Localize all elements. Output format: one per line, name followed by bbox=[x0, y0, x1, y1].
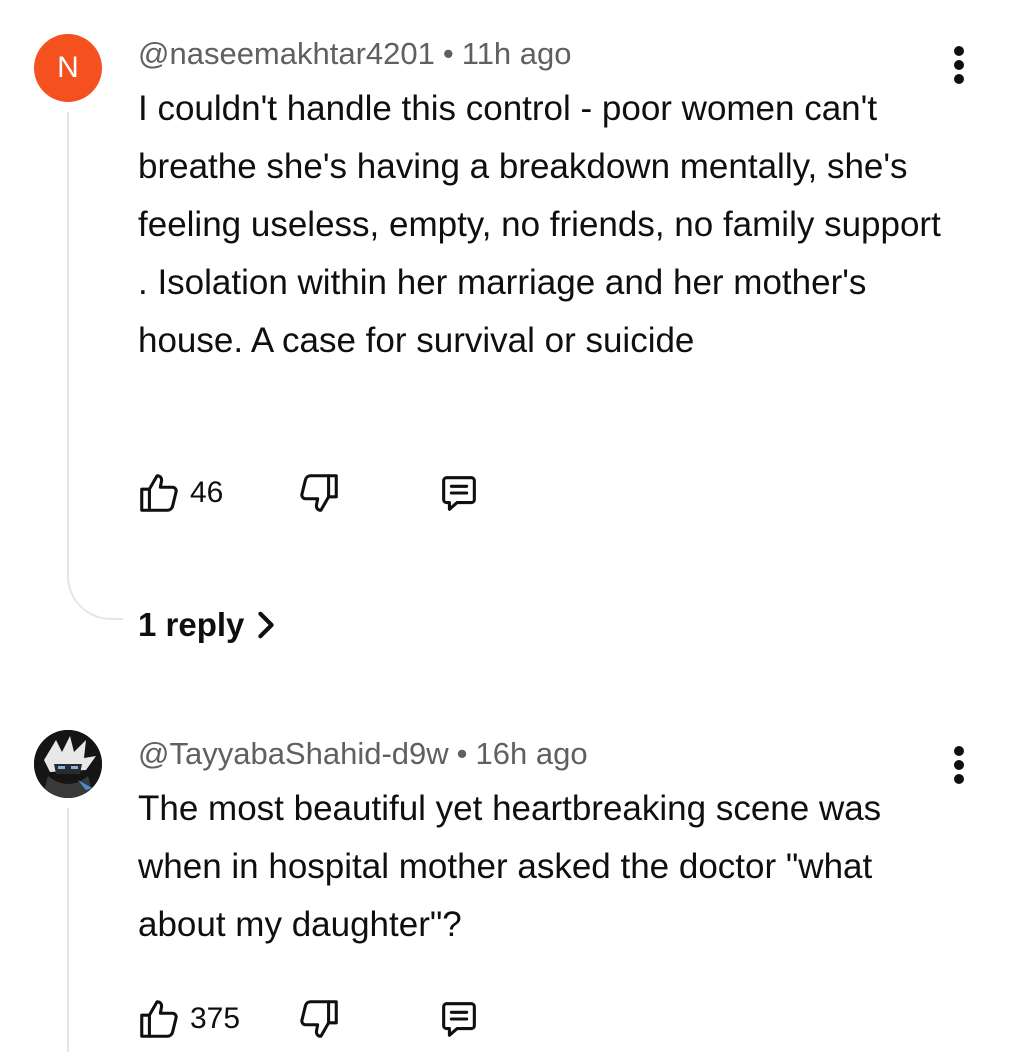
meta-separator: • bbox=[456, 736, 468, 771]
avatar[interactable] bbox=[34, 730, 102, 798]
comment-actions: 375 bbox=[134, 994, 534, 1044]
replies-label: 1 reply bbox=[138, 606, 245, 643]
avatar-image bbox=[34, 730, 102, 798]
meta-separator: • bbox=[442, 36, 454, 71]
more-vert-icon bbox=[954, 746, 964, 756]
reply-icon bbox=[442, 476, 476, 511]
like-count: 46 bbox=[190, 476, 224, 509]
reply-icon bbox=[442, 1002, 476, 1037]
dislike-icon bbox=[300, 1000, 338, 1038]
comment-text: The most beautiful yet heartbreaking sce… bbox=[138, 789, 882, 944]
comment-actions: 46 bbox=[134, 468, 534, 518]
more-vert-icon bbox=[954, 46, 964, 56]
more-vert-icon-dot bbox=[954, 60, 964, 70]
avatar[interactable]: N bbox=[34, 34, 102, 102]
thread-line bbox=[67, 112, 69, 570]
like-icon bbox=[140, 474, 178, 512]
like-button[interactable]: 375 bbox=[134, 994, 240, 1044]
comment-text: I couldn't handle this control - poor wo… bbox=[138, 89, 941, 360]
timestamp[interactable]: 16h ago bbox=[476, 736, 588, 771]
view-replies-button[interactable]: 1 reply bbox=[138, 606, 276, 644]
reply-button[interactable] bbox=[434, 468, 484, 518]
chevron-right-icon bbox=[258, 611, 275, 639]
timestamp[interactable]: 11h ago bbox=[462, 36, 572, 71]
thread-line bbox=[67, 808, 69, 1052]
reply-button[interactable] bbox=[434, 994, 484, 1044]
comment-meta: @naseemakhtar4201 • 11h ago bbox=[138, 36, 572, 72]
comment: N @naseemakhtar4201 • 11h ago I couldn't h… bbox=[0, 0, 1024, 700]
thread-connector bbox=[67, 570, 123, 620]
like-button[interactable]: 46 bbox=[134, 468, 223, 518]
like-count: 375 bbox=[190, 1002, 241, 1035]
dislike-icon bbox=[300, 474, 338, 512]
comment-meta: @TayyabaShahid-d9w • 16h ago bbox=[138, 736, 588, 772]
like-icon bbox=[140, 1000, 178, 1038]
dislike-button[interactable] bbox=[294, 994, 344, 1044]
dislike-button[interactable] bbox=[294, 468, 344, 518]
more-vert-icon-dot bbox=[954, 760, 964, 770]
author-handle[interactable]: @naseemakhtar4201 bbox=[138, 36, 435, 71]
author-handle[interactable]: @TayyabaShahid-d9w bbox=[138, 736, 449, 771]
comment: @TayyabaShahid-d9w • 16h ago The most beau… bbox=[0, 700, 1024, 1052]
